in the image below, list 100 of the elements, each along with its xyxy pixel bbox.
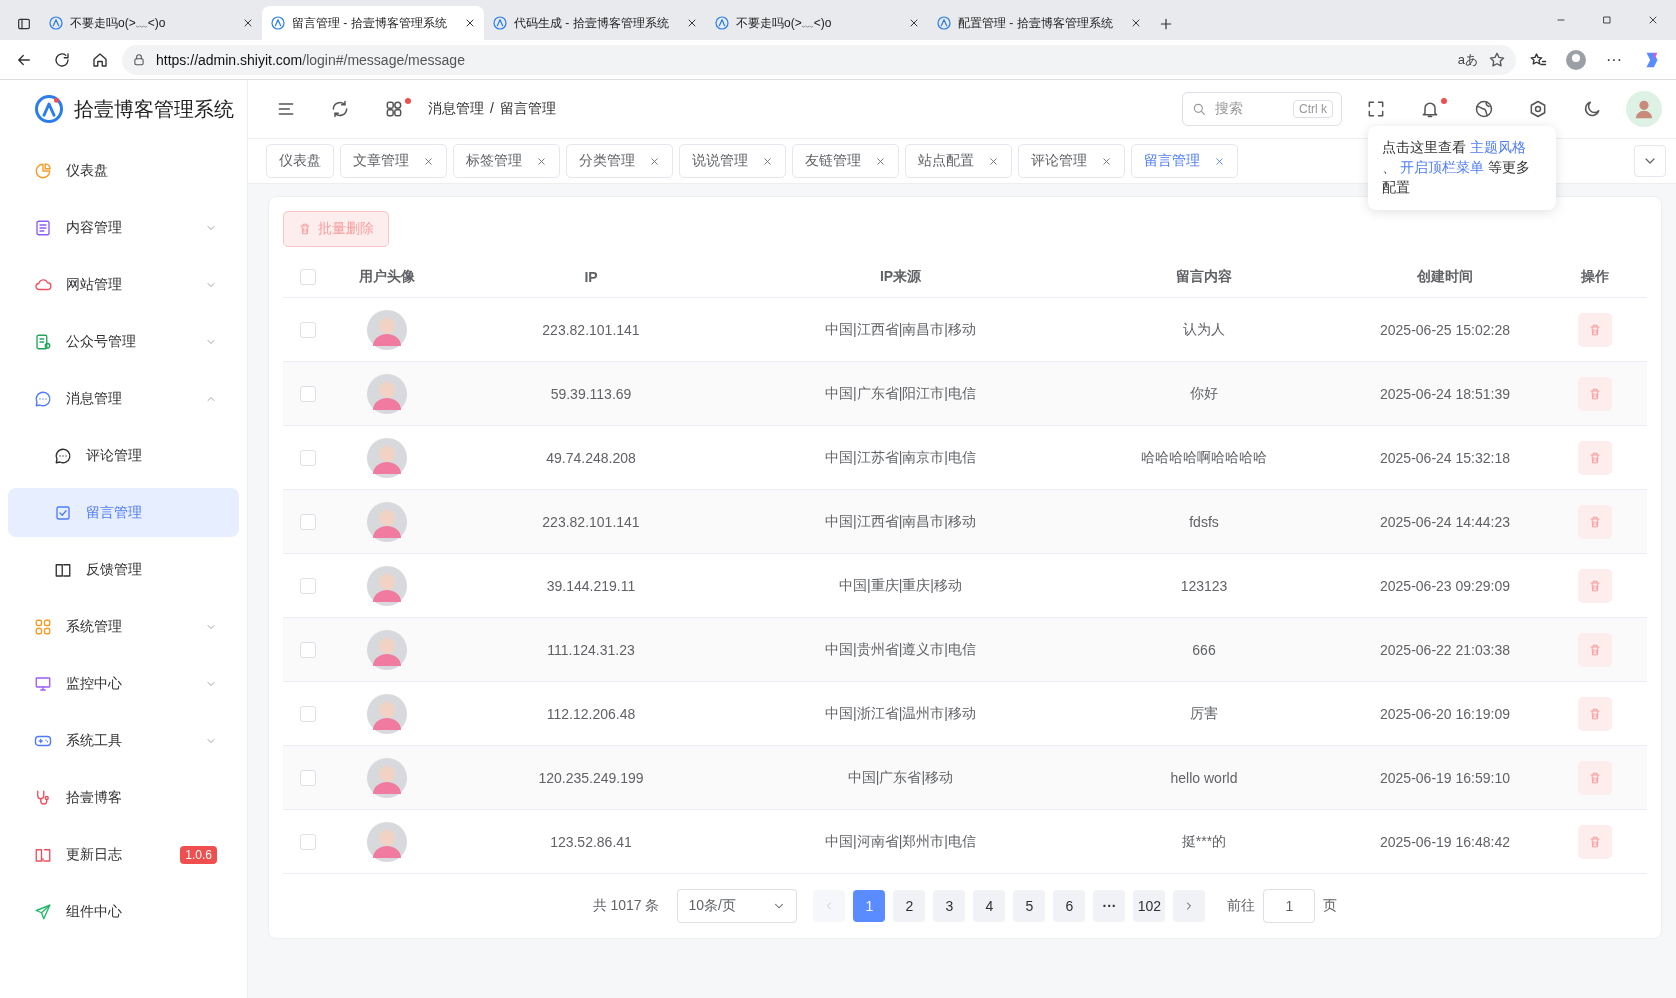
page-tab[interactable]: 说说管理 [679, 144, 786, 178]
address-bar[interactable]: https://admin.shiyit.com/login#/message/message aあ [122, 44, 1516, 75]
close-icon [423, 155, 434, 167]
row-checkbox[interactable] [300, 833, 316, 850]
row-checkbox[interactable] [300, 577, 316, 594]
page-button[interactable]: 4 [973, 890, 1006, 922]
table-cell: 中国|重庆|重庆|移动 [839, 576, 962, 595]
browser-tab[interactable]: 配置管理 - 拾壹博客管理系统 [928, 6, 1150, 40]
user-avatar[interactable] [1626, 91, 1662, 127]
close-icon [988, 155, 999, 167]
top-menu-link[interactable]: 开启顶栏菜单 [1399, 160, 1484, 175]
page-size-select[interactable]: 10条/页 [677, 889, 798, 923]
table-cell: 中国|河南省|郑州市|电信 [825, 832, 976, 851]
version-badge: 1.0.6 [180, 845, 217, 864]
page-button[interactable]: 102 [1133, 890, 1166, 922]
page-tab[interactable]: 友链管理 [792, 144, 899, 178]
search-icon [1191, 101, 1207, 117]
grid-icon [34, 617, 52, 636]
table-cell: hello world [1170, 769, 1238, 786]
sidebar-subitem[interactable]: 反馈管理 [8, 545, 239, 594]
globe-icon [1474, 99, 1494, 119]
sidebar-subitem[interactable]: 评论管理 [8, 431, 239, 480]
page-button[interactable]: 5 [1013, 890, 1046, 922]
table-cell: 挺***的 [1181, 832, 1227, 851]
more-pages-button[interactable]: ··· [1093, 890, 1126, 922]
table-cell: 2025-06-23 09:29:09 [1380, 577, 1510, 594]
row-checkbox[interactable] [300, 385, 316, 402]
total-count: 共 1017 条 [592, 897, 660, 915]
logo-icon [34, 94, 64, 124]
window-icon [16, 16, 32, 32]
delete-button[interactable] [1577, 440, 1612, 475]
sidebar-item[interactable]: 网站管理 [8, 260, 239, 309]
star-icon [1488, 50, 1506, 69]
lock-icon [132, 52, 146, 67]
page-tab[interactable]: 留言管理 [1131, 144, 1238, 178]
notepad-icon [34, 332, 52, 351]
browser-tab[interactable]: 不要走吗o(>﹏<)o [706, 6, 928, 40]
select-all-checkbox[interactable] [300, 269, 316, 285]
page-tab[interactable]: 文章管理 [340, 144, 447, 178]
row-checkbox[interactable] [300, 705, 316, 722]
delete-button[interactable] [1577, 376, 1612, 411]
column-header: IP [584, 269, 598, 285]
delete-button[interactable] [1577, 312, 1612, 347]
sidebar-item[interactable]: 拾壹博客 [8, 773, 239, 822]
tabs-dropdown-button[interactable] [1634, 145, 1666, 177]
favicon-icon [48, 15, 64, 31]
close-icon [875, 155, 886, 167]
sidebar-item[interactable]: 更新日志 1.0.6 [8, 830, 239, 879]
favicon-icon [492, 15, 508, 31]
delete-button[interactable] [1577, 760, 1612, 795]
row-checkbox[interactable] [300, 321, 316, 338]
table-cell: 中国|江西省|南昌市|移动 [825, 512, 976, 531]
page-tab[interactable]: 仪表盘 [266, 144, 334, 178]
table-cell: 2025-06-24 15:32:18 [1380, 449, 1510, 466]
page-button[interactable]: 2 [893, 890, 926, 922]
delete-button[interactable] [1577, 632, 1612, 667]
sidebar-item[interactable]: 监控中心 [8, 659, 239, 708]
delete-button[interactable] [1577, 696, 1612, 731]
page-tab[interactable]: 站点配置 [905, 144, 1012, 178]
page-button[interactable]: 6 [1053, 890, 1086, 922]
paper-plane-icon [34, 902, 52, 921]
stethoscope-icon [34, 788, 52, 807]
browser-tab[interactable]: 代码生成 - 拾壹博客管理系统 [484, 6, 706, 40]
sidebar-item[interactable]: 内容管理 [8, 203, 239, 252]
table-cell: 2025-06-24 18:51:39 [1380, 385, 1510, 402]
row-checkbox[interactable] [300, 449, 316, 466]
table-cell: 你好 [1190, 384, 1218, 403]
sidebar-item[interactable]: 仪表盘 [8, 146, 239, 195]
table-cell: fdsfs [1189, 513, 1219, 530]
read-aloud-button[interactable]: aあ [1457, 50, 1478, 69]
page-tab[interactable]: 标签管理 [453, 144, 560, 178]
close-icon [686, 17, 698, 29]
next-page-button[interactable] [1173, 890, 1206, 922]
close-icon [464, 17, 476, 29]
goto-page-field[interactable]: 1 [1263, 889, 1316, 923]
page-button[interactable]: 3 [933, 890, 966, 922]
sidebar-item[interactable]: 公众号管理 [8, 317, 239, 366]
row-checkbox[interactable] [300, 513, 316, 530]
sidebar-item[interactable]: 系统管理 [8, 602, 239, 651]
more-button[interactable]: ··· [1598, 43, 1630, 76]
breadcrumb-item[interactable]: 消息管理 [428, 100, 484, 118]
page-tab[interactable]: 分类管理 [566, 144, 673, 178]
sidebar-item[interactable]: 消息管理 [8, 374, 239, 423]
moon-icon [1582, 99, 1602, 119]
tooltip-text: 点击这里查看 主题风格 、 开启顶栏菜单 等更多配置 [1368, 126, 1556, 210]
delete-button[interactable] [1577, 568, 1612, 603]
trash-icon [1587, 770, 1602, 785]
sidebar-item[interactable]: 组件中心 [8, 887, 239, 936]
sidebar-item[interactable]: 系统工具 [8, 716, 239, 765]
theme-style-link[interactable]: 主题风格 [1469, 140, 1526, 155]
delete-button[interactable] [1577, 504, 1612, 539]
reload-icon [53, 50, 71, 69]
refresh-icon [330, 99, 350, 119]
browser-tab[interactable]: 留言管理 - 拾壹博客管理系统 [262, 6, 484, 40]
page-tab[interactable]: 评论管理 [1018, 144, 1125, 178]
browser-tab[interactable]: 不要走吗o(>﹏<)o [40, 6, 262, 40]
favicon-icon [936, 15, 952, 31]
row-checkbox[interactable] [300, 641, 316, 658]
row-checkbox[interactable] [300, 769, 316, 786]
delete-button[interactable] [1577, 824, 1612, 859]
